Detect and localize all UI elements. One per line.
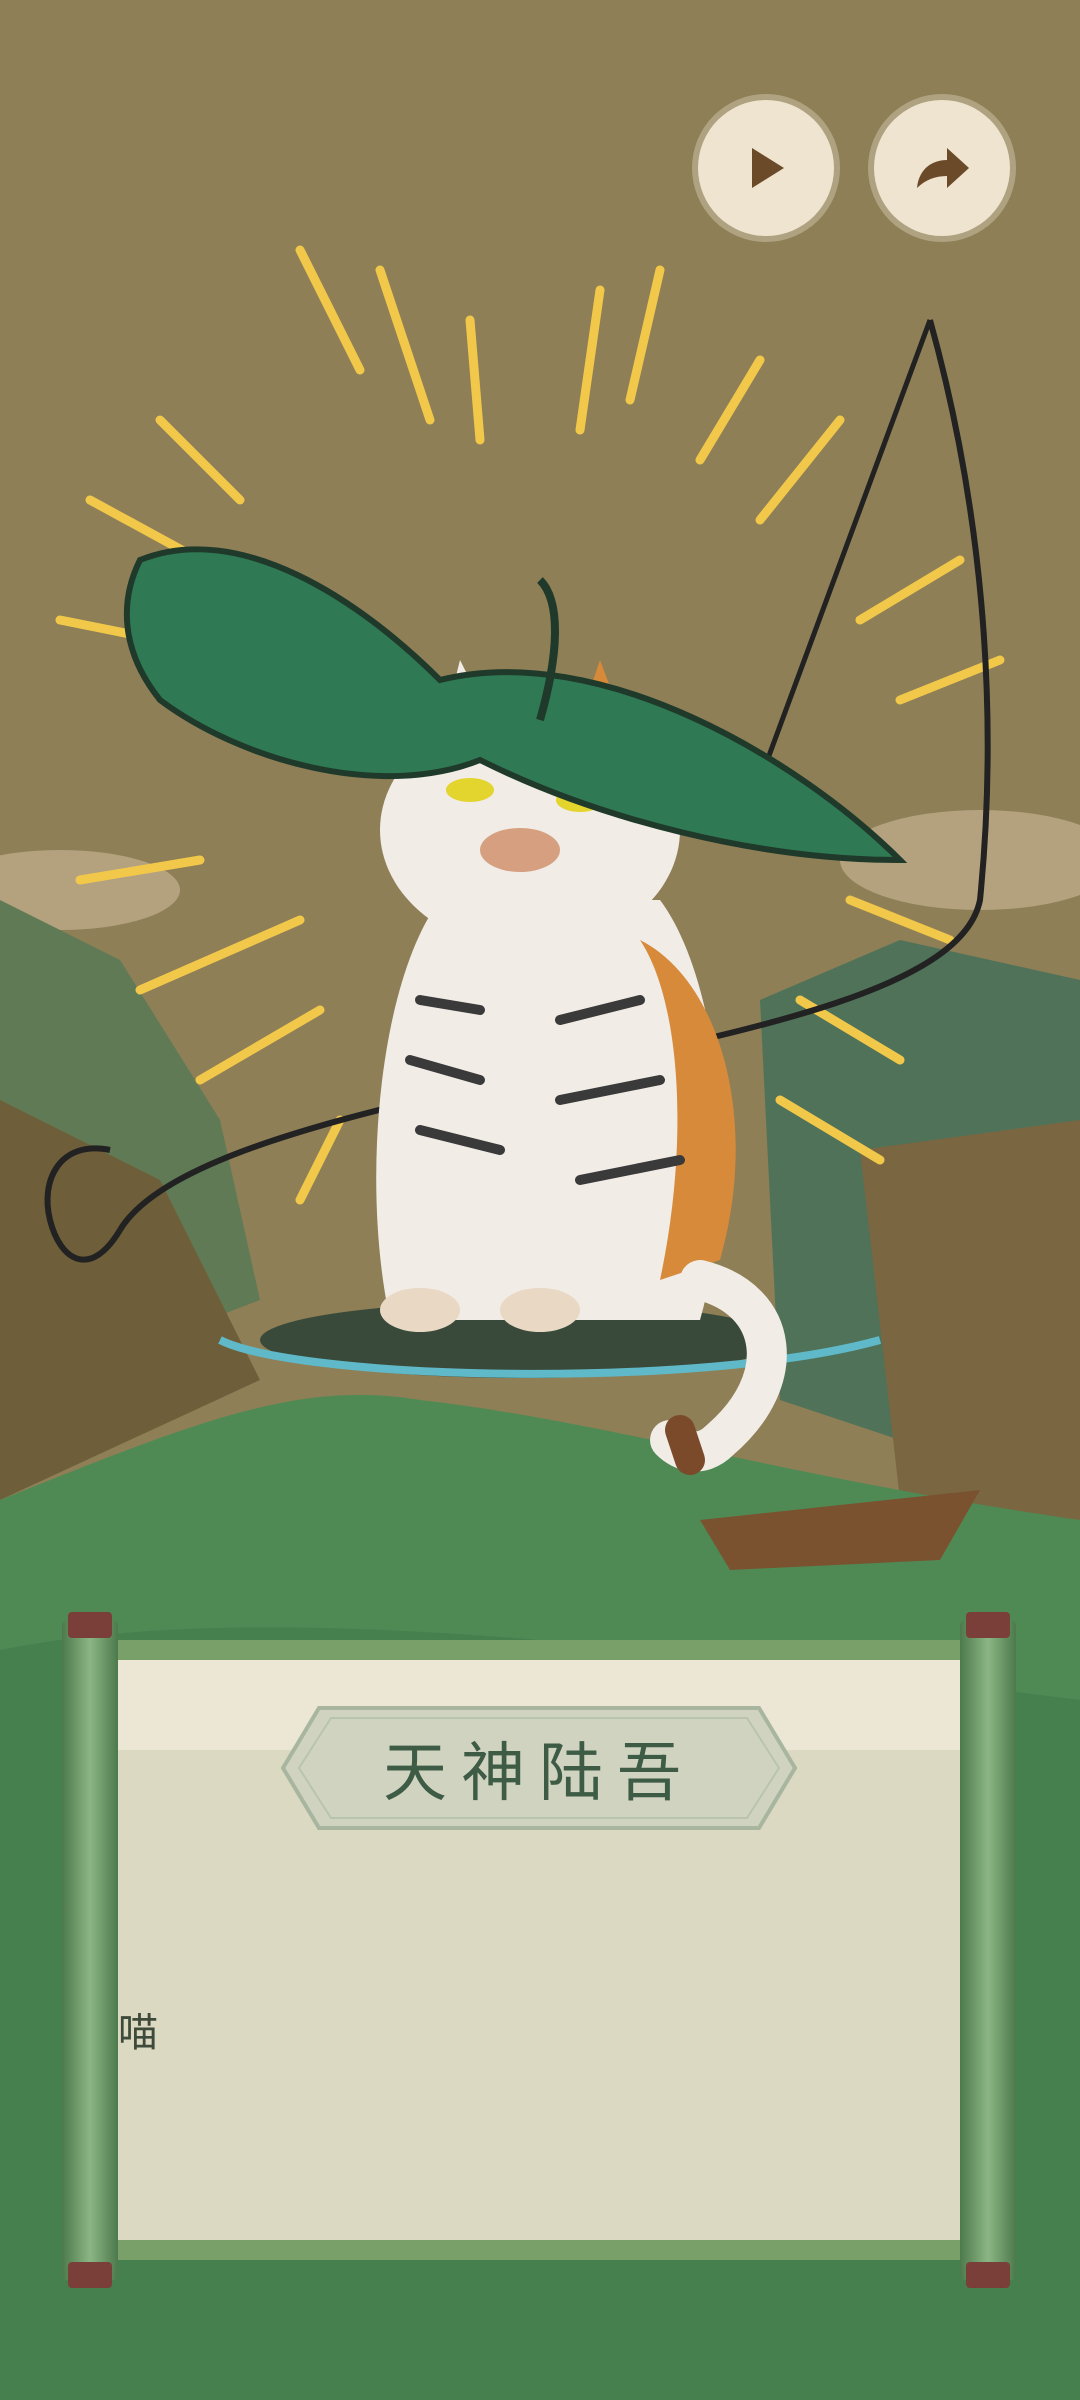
name-plaque: 天神陆吾 <box>279 1704 799 1832</box>
dialog-scroll: 天神陆吾 <box>62 1612 1016 2288</box>
share-arrow-icon <box>917 148 969 188</box>
scroll-rod-left <box>62 1612 118 2288</box>
share-button[interactable] <box>874 100 1010 236</box>
scroll-rod-right <box>960 1612 1016 2288</box>
dialog-text: 喵 <box>118 2010 158 2056</box>
top-controls <box>698 100 1010 236</box>
play-icon <box>752 148 784 188</box>
play-button[interactable] <box>698 100 834 236</box>
character-name: 天神陆吾 <box>383 1737 695 1811</box>
